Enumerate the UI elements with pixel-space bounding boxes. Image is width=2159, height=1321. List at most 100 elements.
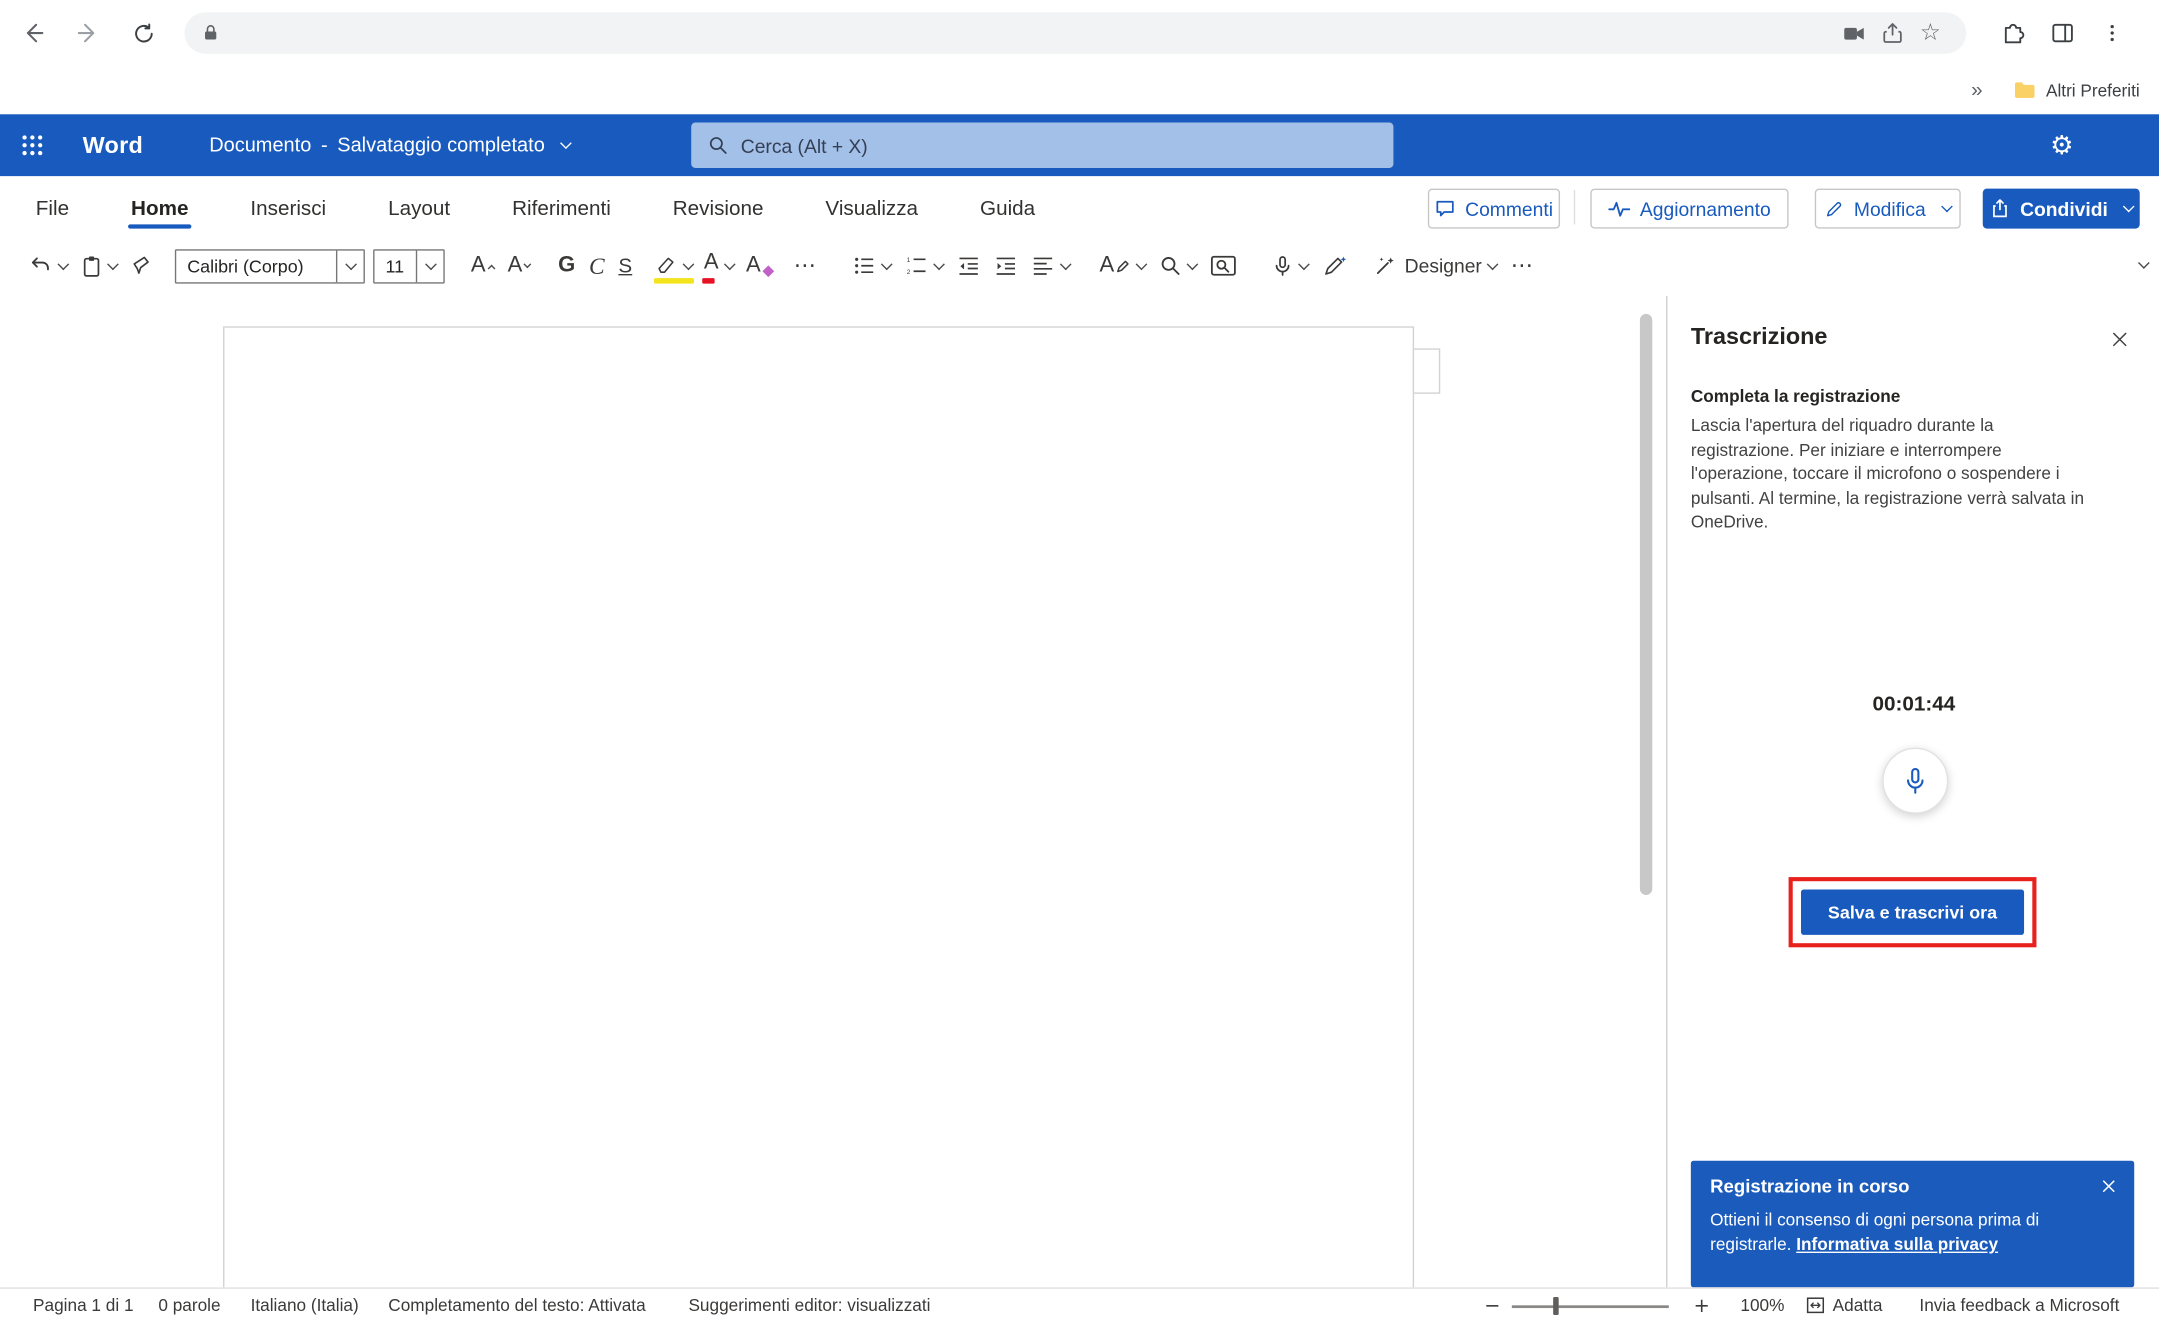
format-painter-icon (131, 255, 154, 277)
more-toolbar-options-button[interactable]: ⋯ (1504, 245, 1540, 286)
side-panel-button[interactable] (2041, 11, 2085, 55)
italic-button[interactable]: C (582, 245, 611, 286)
settings-button[interactable]: ⚙ (2050, 114, 2073, 176)
app-launcher-button[interactable] (0, 114, 63, 176)
zoom-slider-thumb[interactable] (1553, 1297, 1559, 1315)
language-status[interactable]: Italiano (Italia) (251, 1296, 359, 1315)
share-icon (1880, 21, 1903, 44)
bookmark-button[interactable]: ☆ (1911, 14, 1950, 53)
numbered-list-button[interactable]: 12 (897, 245, 949, 286)
clear-format-glyph: A (746, 255, 761, 277)
underline-button[interactable]: S (612, 245, 640, 286)
other-favorites-button[interactable]: Altri Preferiti (2013, 80, 2140, 101)
save-and-transcribe-button[interactable]: Salva e trascrivi ora (1801, 889, 2024, 934)
highlight-color-button[interactable] (650, 245, 698, 286)
word-count[interactable]: 0 parole (158, 1296, 220, 1315)
zoom-level[interactable]: 100% (1740, 1296, 1784, 1315)
tab-guida[interactable]: Guida (977, 197, 1038, 236)
address-bar[interactable]: ☆ (185, 12, 1967, 53)
close-icon (2110, 330, 2128, 348)
updates-label: Aggiornamento (1640, 198, 1771, 220)
font-size-dropdown[interactable] (416, 250, 444, 282)
bookmarks-bar: » Altri Preferiti (0, 66, 2159, 114)
text-completion-status[interactable]: Completamento del testo: Attivata (388, 1296, 645, 1315)
style-pen-icon (1116, 258, 1131, 273)
editor-suggestions-status[interactable]: Suggerimenti editor: visualizzati (688, 1296, 930, 1315)
font-color-swatch (702, 278, 714, 284)
tab-inserisci[interactable]: Inserisci (248, 197, 329, 236)
panel-close-button[interactable] (2104, 324, 2134, 354)
undo-button[interactable] (22, 245, 74, 286)
word-header: Word Documento - Salvataggio completato … (0, 114, 2159, 176)
collapse-ribbon-chevron[interactable] (2138, 257, 2150, 269)
privacy-policy-link[interactable]: Informativa sulla privacy (1796, 1235, 1998, 1254)
tab-file[interactable]: File (33, 197, 72, 236)
font-name-dropdown[interactable] (336, 250, 364, 282)
editor-button[interactable] (1315, 245, 1354, 286)
feedback-link[interactable]: Invia feedback a Microsoft (1919, 1296, 2119, 1315)
document-scrollbar-thumb[interactable] (1640, 314, 1652, 895)
shrink-font-button[interactable]: A (501, 245, 538, 286)
comments-button[interactable]: Commenti (1428, 189, 1560, 229)
chevron-down-icon (424, 259, 436, 271)
chevron-down-icon (57, 258, 69, 270)
browser-toolbar: ☆ (0, 0, 2159, 66)
dictate-button[interactable] (1266, 245, 1316, 286)
alignment-button[interactable] (1024, 245, 1076, 286)
share-page-button[interactable] (1873, 14, 1912, 53)
screen: ☆ » Altri Preferiti Word (0, 0, 2159, 1321)
browser-back-button[interactable] (11, 11, 55, 55)
extensions-button[interactable] (1991, 11, 2035, 55)
zoom-in-button[interactable]: + (1694, 1296, 1710, 1318)
tab-riferimenti[interactable]: Riferimenti (509, 197, 613, 236)
font-size-select[interactable]: 11 (373, 249, 445, 283)
find-button[interactable] (1153, 245, 1204, 286)
paste-button[interactable] (74, 245, 124, 286)
increase-indent-button[interactable] (987, 245, 1024, 286)
updates-button[interactable]: Aggiornamento (1590, 189, 1788, 229)
tab-visualizza[interactable]: Visualizza (823, 197, 921, 236)
bookmarks-overflow-button[interactable]: » (1971, 78, 1982, 101)
styles-button[interactable]: A (1093, 245, 1153, 286)
share-label: Condividi (2020, 198, 2108, 220)
fit-page-button[interactable]: Adatta (1807, 1296, 1883, 1315)
highlight-color-swatch (654, 278, 694, 284)
designer-button[interactable]: Designer (1368, 245, 1504, 286)
immersive-reader-button[interactable] (1204, 245, 1244, 286)
tab-home[interactable]: Home (128, 197, 191, 236)
more-font-options-button[interactable]: ⋯ (787, 245, 823, 286)
document-title-group[interactable]: Documento - Salvataggio completato (209, 134, 569, 156)
notification-close-button[interactable] (2096, 1173, 2121, 1198)
recording-notification: Registrazione in corso Ottieni il consen… (1691, 1161, 2134, 1288)
font-color-button[interactable]: A (698, 245, 739, 286)
zoom-out-button[interactable]: − (1484, 1296, 1500, 1318)
browser-refresh-button[interactable] (121, 11, 165, 55)
zoom-slider-track[interactable] (1512, 1305, 1669, 1308)
page-info[interactable]: Pagina 1 di 1 (33, 1296, 133, 1315)
annotation-highlight: Salva e trascrivi ora (1789, 877, 2037, 947)
tab-revisione[interactable]: Revisione (670, 197, 766, 236)
browser-menu-button[interactable] (2090, 11, 2134, 55)
document-page[interactable] (223, 326, 1414, 1287)
edit-mode-button[interactable]: Modifica (1815, 189, 1961, 229)
font-name-select[interactable]: Calibri (Corpo) (175, 249, 365, 283)
bold-button[interactable]: G (551, 245, 582, 286)
decrease-indent-button[interactable] (949, 245, 986, 286)
gear-icon: ⚙ (2050, 130, 2073, 160)
bullet-list-button[interactable] (845, 245, 897, 286)
font-name-value: Calibri (Corpo) (176, 250, 336, 282)
share-button[interactable]: Condividi (1983, 189, 2140, 229)
chevron-down-icon (1941, 201, 1953, 213)
tab-layout[interactable]: Layout (385, 197, 453, 236)
format-painter-button[interactable] (124, 245, 161, 286)
ellipsis-icon: ⋯ (794, 255, 816, 277)
grow-font-button[interactable]: A (464, 245, 501, 286)
tab-media-button[interactable] (1834, 14, 1873, 53)
chevron-down-icon (345, 259, 357, 271)
chevron-down-icon (107, 258, 119, 270)
lock-icon (201, 22, 220, 44)
search-input[interactable]: Cerca (Alt + X) (691, 123, 1393, 168)
browser-forward-button[interactable] (66, 11, 110, 55)
pause-recording-mic-button[interactable] (1882, 748, 1948, 814)
clear-formatting-button[interactable]: A (739, 245, 778, 286)
